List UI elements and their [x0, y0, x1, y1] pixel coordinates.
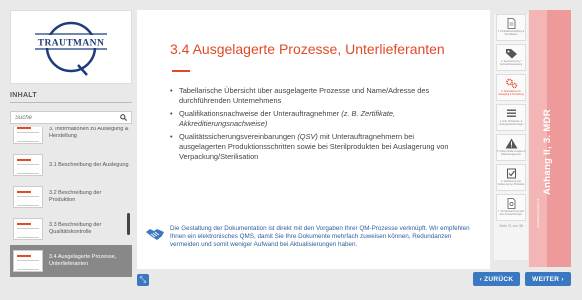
toc-scrollbar[interactable]	[127, 213, 130, 235]
chapter-card-label: 2. Kennzeichnung / Gebrauchsanweisung	[499, 61, 523, 66]
list-icon	[506, 109, 516, 117]
toc-item-label: 3.3 Beschreibung der Qualitätskontrolle	[49, 222, 102, 235]
chapter-tab-label: Anhang II, 3. MDR	[542, 109, 553, 195]
checkbox-icon	[506, 168, 516, 179]
chapter-card-label: 4. Grdl. Sicherheits- & Leistungsanforde…	[498, 121, 524, 126]
chapter-card-label: 5. Nutzen-Risiko-Analyse & Risikomanagem…	[497, 151, 525, 156]
toc-thumbnail	[13, 250, 43, 272]
bullet-item: Qualitätssicherungsvereinbarungen (QSV) …	[170, 132, 460, 162]
chapter-card-label: 7. TD Überwachung nach dem Inverkehrbrin…	[497, 211, 524, 216]
toc-item-label: 3.4 Ausgelagerte Prozesse, Unterlieferan…	[49, 254, 117, 267]
toc-item[interactable]: 3.1 Beschreibung der Auslegung	[10, 149, 132, 181]
document-search-icon	[507, 198, 515, 209]
svg-text:TRAUTMANN: TRAUTMANN	[38, 39, 104, 49]
bullet-item: Tabellarische Übersicht über ausgelagert…	[170, 86, 460, 106]
next-button[interactable]: WEITER ›	[525, 272, 571, 286]
toc-thumbnail	[13, 154, 43, 176]
toc-item[interactable]: 3.2 Beschreibung der Produktion	[10, 181, 132, 213]
info-note: Die Gestaltung der Dokumentation ist dir…	[145, 225, 475, 249]
tags-icon	[505, 49, 517, 59]
chapter-card-label: 1. Produktbeschreibung & Spezifikation	[497, 31, 525, 36]
toc-thumbnail	[13, 218, 43, 240]
bullet-item: Qualifikationsnachweise der Unterauftrag…	[170, 109, 460, 129]
bullet-list: Tabellarische Übersicht über ausgelagert…	[170, 86, 460, 165]
gears-icon	[505, 78, 517, 89]
page-count: Seite 21 von 38	[499, 224, 523, 228]
sidebar: TRAUTMANN INHALT 3. Informationen zu Aus…	[10, 10, 132, 286]
bullet-text-italic: (QSV)	[297, 132, 318, 141]
handshake-icon	[146, 229, 164, 240]
toc-heading: INHALT	[10, 92, 37, 99]
document-icon	[507, 18, 515, 29]
toc-item-label: 3. Informationen zu Auslegung & Herstell…	[49, 127, 129, 139]
bullet-text: Tabellarische Übersicht über ausgelagert…	[179, 86, 430, 105]
chapter-card[interactable]: 6. Verifizierung und Validierung des Pro…	[496, 164, 526, 191]
chapter-card[interactable]: 7. TD Überwachung nach dem Inverkehrbrin…	[496, 194, 526, 221]
toc-item[interactable]: 3. Informationen zu Auslegung & Herstell…	[10, 127, 132, 149]
bullet-text: Qualitätssicherungsvereinbarungen	[179, 132, 298, 141]
divider	[10, 102, 132, 103]
page-title: 3.4 Ausgelagerte Prozesse, Unterlieferan…	[170, 41, 445, 57]
content-panel: 3.4 Ausgelagerte Prozesse, Unterlieferan…	[137, 10, 490, 269]
toc-list: 3. Informationen zu Auslegung & Herstell…	[10, 127, 132, 282]
trautmann-logo: TRAUTMANN	[10, 10, 132, 84]
chapter-card-label: 3. Informationen zu Auslegung & Herstell…	[498, 91, 524, 96]
chapter-card-active[interactable]: 3. Informationen zu Auslegung & Herstell…	[496, 74, 526, 101]
chapter-card[interactable]: 2. Kennzeichnung / Gebrauchsanweisung	[496, 44, 526, 71]
search-icon[interactable]	[120, 114, 127, 121]
chapter-card[interactable]: 4. Grdl. Sicherheits- & Leistungsanforde…	[496, 104, 526, 131]
search-box[interactable]	[10, 111, 132, 124]
bullet-text: Qualifikationsnachweise der Unterauftrag…	[179, 109, 342, 118]
toc-thumbnail	[13, 127, 43, 144]
title-underline	[172, 70, 190, 72]
chapter-card[interactable]: 1. Produktbeschreibung & Spezifikation	[496, 14, 526, 41]
warning-icon	[505, 138, 517, 149]
toc-thumbnail	[13, 186, 43, 208]
chapter-icon-column: 1. Produktbeschreibung & Spezifikation 2…	[494, 14, 528, 260]
back-button[interactable]: ‹ ZURÜCK	[473, 272, 520, 286]
search-input[interactable]	[15, 114, 105, 121]
chapter-card[interactable]: 5. Nutzen-Risiko-Analyse & Risikomanagem…	[496, 134, 526, 161]
info-text: Die Gestaltung der Dokumentation ist dir…	[170, 225, 470, 248]
chapter-card-label: 6. Verifizierung und Validierung des Pro…	[497, 181, 525, 186]
chapter-tab-sublabel: Qualitätsmanagement	[536, 198, 540, 228]
toc-item-label: 3.1 Beschreibung der Auslegung	[49, 161, 129, 168]
toc-item-active[interactable]: 3.4 Ausgelagerte Prozesse, Unterlieferan…	[10, 245, 132, 277]
toc-item[interactable]: 3.3 Beschreibung der Qualitätskontrolle	[10, 213, 132, 245]
expand-icon[interactable]: ⤡	[137, 274, 149, 286]
toc-item-label: 3.2 Beschreibung der Produktion	[49, 190, 102, 203]
